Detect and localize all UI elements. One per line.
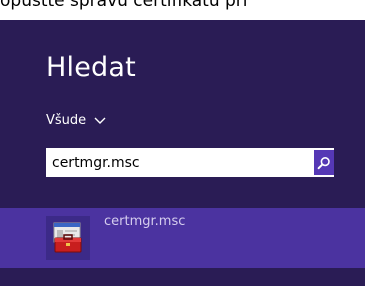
search-result-item[interactable]: certmgr.msc: [0, 208, 365, 268]
search-charm-panel: Hledat Všude certmgr.msc certmgr.msc: [0, 20, 365, 286]
search-scope-label: Všude: [46, 112, 87, 128]
search-result-label: certmgr.msc: [104, 214, 186, 229]
search-box: [46, 148, 334, 177]
document-text-strip: opustte spravu certifikatu pri: [0, 0, 365, 20]
search-input[interactable]: [47, 149, 309, 176]
search-icon: [317, 156, 330, 169]
chevron-down-icon: [94, 117, 106, 124]
document-caption: opustte spravu certifikatu pri: [0, 0, 248, 11]
search-heading: Hledat: [46, 52, 136, 83]
search-button[interactable]: [314, 150, 334, 175]
mmc-toolbox-icon: [46, 216, 90, 260]
search-scope-dropdown[interactable]: Všude: [46, 109, 106, 131]
